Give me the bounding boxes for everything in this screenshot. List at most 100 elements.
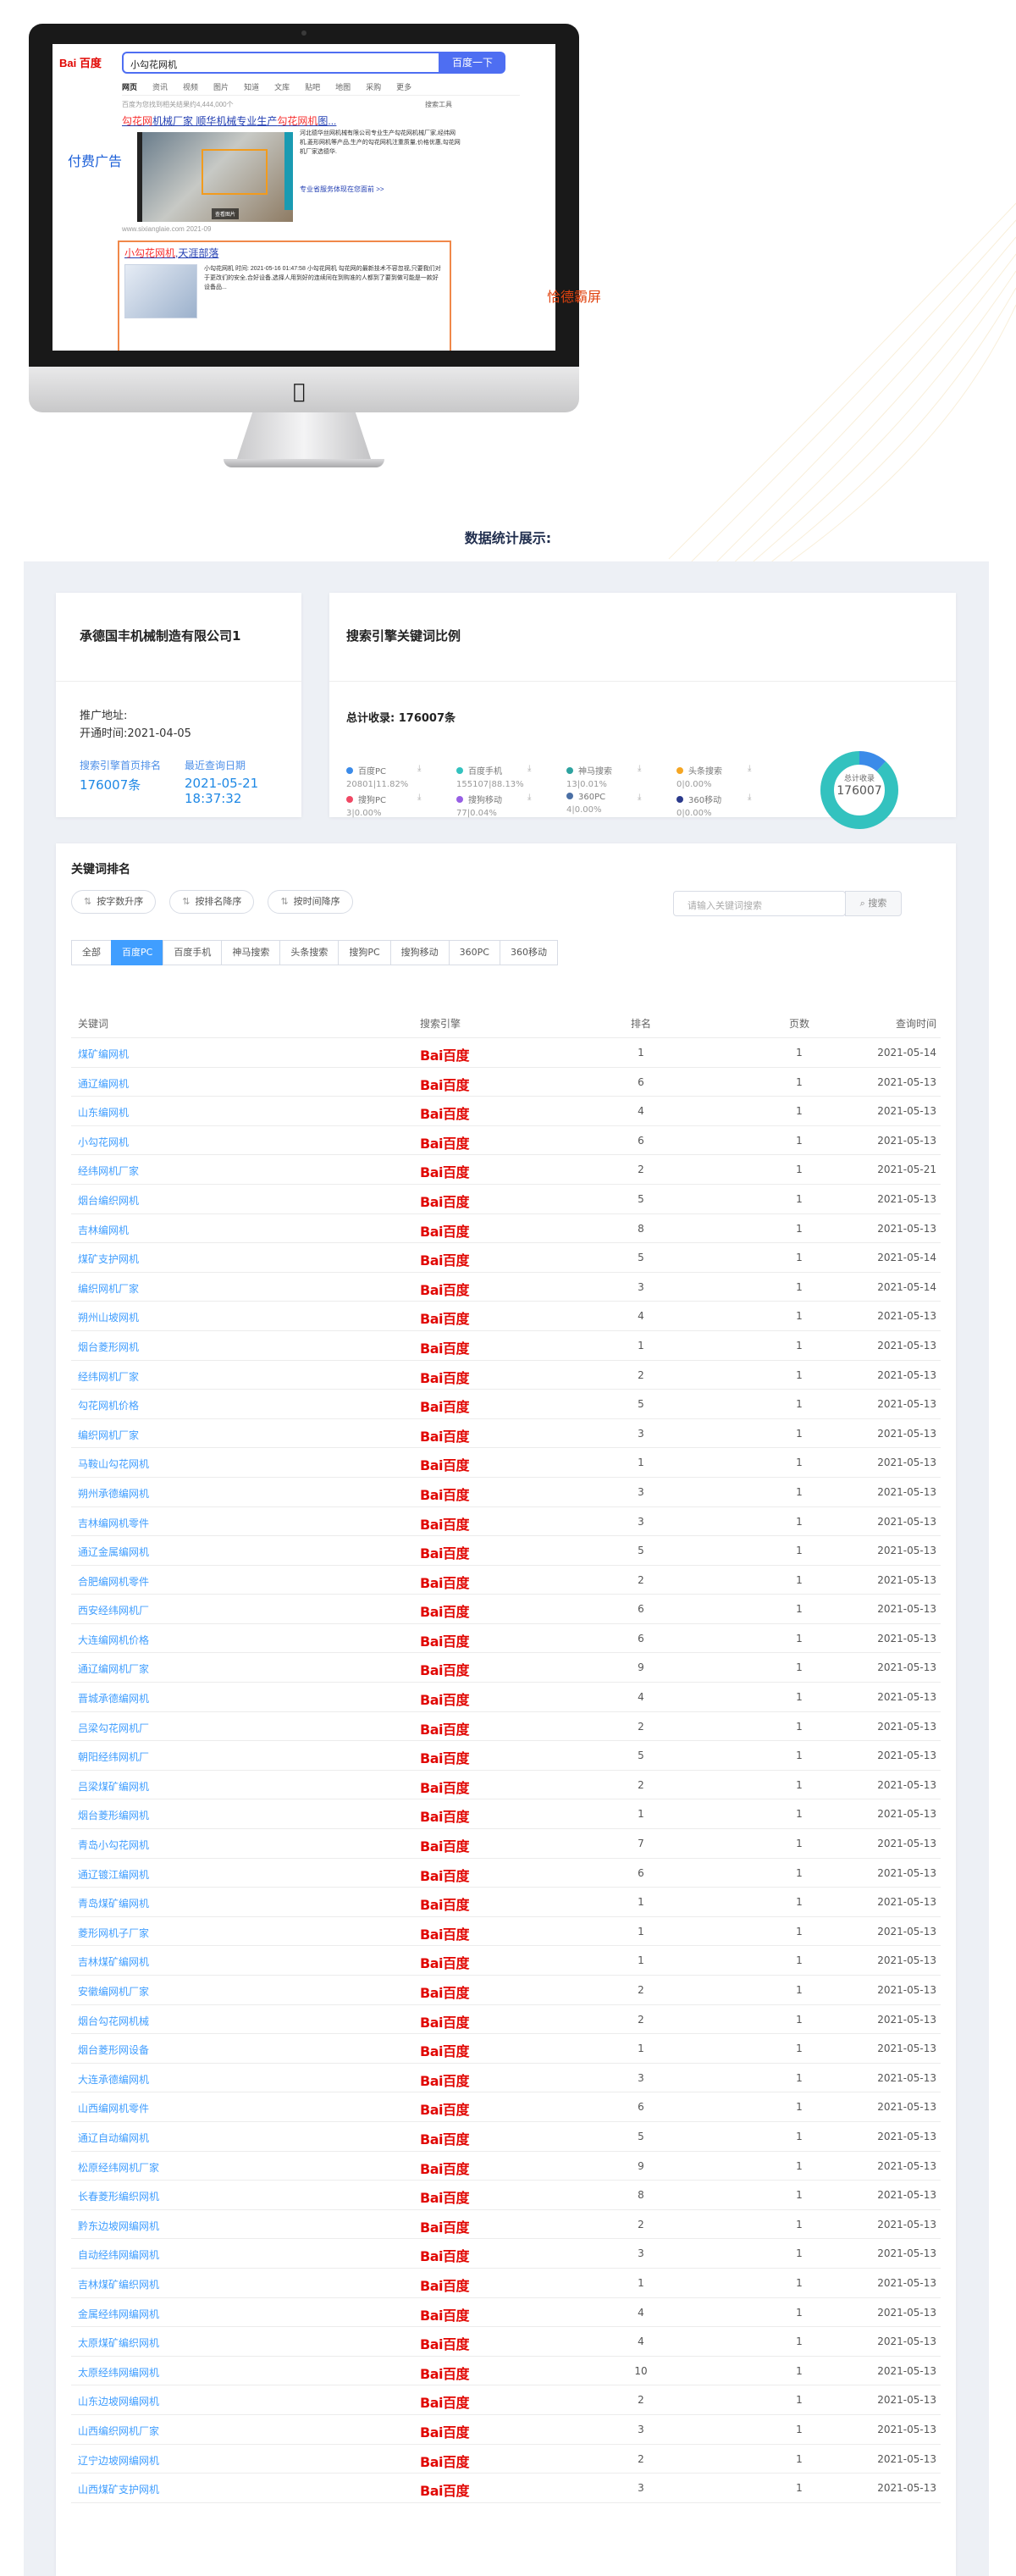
- engine-filter-tab[interactable]: 360移动: [499, 940, 558, 965]
- engine-filter-tab[interactable]: 360PC: [448, 940, 500, 965]
- sort-by-rank-button[interactable]: ⇅ 按排名降序: [169, 890, 255, 914]
- keyword-search-input[interactable]: 请输入关键词搜索: [673, 891, 846, 916]
- keyword-link[interactable]: 黔东边坡网编网机: [78, 2219, 159, 2233]
- keyword-link[interactable]: 西安经纬网机厂: [78, 1603, 149, 1617]
- keyword-link[interactable]: 山东编网机: [78, 1105, 129, 1119]
- page-value: 1: [796, 1661, 803, 1674]
- keyword-link[interactable]: 山西编网机零件: [78, 2101, 149, 2115]
- rank-value: 5: [638, 1398, 644, 1411]
- download-icon[interactable]: ⤓: [527, 793, 531, 802]
- baidu-logo-icon: Bai百度: [420, 1193, 469, 1210]
- keyword-link[interactable]: 金属经纬网编网机: [78, 2307, 159, 2321]
- keyword-link[interactable]: 小勾花网机: [78, 1135, 129, 1149]
- baidu-logo-icon: Bai百度: [420, 1369, 469, 1386]
- sort-icon: ⇅: [84, 896, 92, 907]
- keyword-link[interactable]: 通辽金属编网机: [78, 1545, 149, 1559]
- engine-filter-tab[interactable]: 搜狗PC: [338, 940, 391, 965]
- keyword-link[interactable]: 编织网机厂家: [78, 1281, 139, 1296]
- download-icon[interactable]: ⤓: [417, 793, 421, 802]
- keyword-link[interactable]: 吕梁勾花网机厂: [78, 1721, 149, 1735]
- download-icon[interactable]: ⤓: [638, 793, 641, 802]
- keyword-link[interactable]: 烟台勾花网机械: [78, 2014, 149, 2028]
- download-icon[interactable]: ⤓: [527, 764, 531, 773]
- search-tabs: 网页 资讯 视频 图片 知道 文库 贴吧 地图 采购 更多: [122, 81, 411, 92]
- keyword-link[interactable]: 青岛煤矿编网机: [78, 1896, 149, 1910]
- keyword-link[interactable]: 山西煤矿支护网机: [78, 2482, 159, 2496]
- page-value: 1: [796, 2452, 803, 2465]
- baidu-logo: Bai 百度: [59, 57, 102, 69]
- keyword-link[interactable]: 太原经纬网编网机: [78, 2365, 159, 2380]
- keyword-link[interactable]: 通辽编网机厂家: [78, 1661, 149, 1676]
- keyword-link[interactable]: 煤矿支护网机: [78, 1252, 139, 1266]
- keyword-link[interactable]: 朔州山坡网机: [78, 1310, 139, 1324]
- keyword-link[interactable]: 松原经纬网机厂家: [78, 2160, 159, 2175]
- query-date: 2021-05-13: [877, 2452, 936, 2465]
- sort-by-length-button[interactable]: ⇅ 按字数升序: [71, 890, 157, 914]
- keyword-link[interactable]: 山东边坡网编网机: [78, 2394, 159, 2408]
- page-value: 1: [796, 2364, 803, 2377]
- keyword-link[interactable]: 吉林煤矿编网机: [78, 1954, 149, 1969]
- keyword-link[interactable]: 晋城承德编网机: [78, 1691, 149, 1705]
- keyword-link[interactable]: 菱形网机子厂家: [78, 1926, 149, 1940]
- keyword-link[interactable]: 编织网机厂家: [78, 1428, 139, 1442]
- download-icon[interactable]: ⤓: [748, 764, 751, 773]
- keyword-link[interactable]: 经纬网机厂家: [78, 1369, 139, 1384]
- keyword-link[interactable]: 山西编织网机厂家: [78, 2424, 159, 2438]
- keyword-link[interactable]: 大连承德编网机: [78, 2072, 149, 2087]
- keyword-ranking-card: 关键词排名 ⇅ 按字数升序 ⇅ 按排名降序 ⇅ 按时间降序 请输入关键词搜索 ⌕ 搜索…: [56, 843, 956, 2576]
- keyword-link[interactable]: 经纬网机厂家: [78, 1164, 139, 1178]
- keyword-link[interactable]: 大连编网机价格: [78, 1633, 149, 1647]
- col-date: 查询时间: [895, 1018, 936, 1030]
- keyword-link[interactable]: 马鞍山勾花网机: [78, 1457, 149, 1471]
- brand-zone-box: 小勾花网机,天涯部落 小勾花网机 时间: 2021-05-16 01:47:58…: [118, 240, 451, 351]
- engine-filter-tab[interactable]: 头条搜索: [279, 940, 340, 965]
- download-icon[interactable]: ⤓: [748, 793, 751, 802]
- keyword-link[interactable]: 合肥编网机零件: [78, 1574, 149, 1589]
- engine-filter-tab[interactable]: 百度手机: [163, 940, 223, 965]
- keyword-search-button[interactable]: ⌕ 搜索: [845, 891, 902, 916]
- download-icon[interactable]: ⤓: [638, 764, 641, 773]
- rank-value: 2: [638, 1164, 644, 1176]
- keyword-link[interactable]: 太原煤矿编织网机: [78, 2336, 159, 2350]
- keyword-link[interactable]: 吕梁煤矿编网机: [78, 1779, 149, 1794]
- keyword-link[interactable]: 烟台菱形网机: [78, 1340, 139, 1354]
- keyword-link[interactable]: 吉林编网机零件: [78, 1516, 149, 1530]
- keyword-link[interactable]: 勾花网机价格: [78, 1398, 139, 1412]
- keyword-link[interactable]: 烟台菱形编网机: [78, 1808, 149, 1822]
- table-row: 自动经纬网编网机 3 1 2021-05-13 Bai百度: [71, 2239, 941, 2269]
- engine-filter-tab[interactable]: 百度PC: [111, 940, 164, 965]
- table-row: 勾花网机价格 5 1 2021-05-13 Bai百度: [71, 1390, 941, 1419]
- download-icon[interactable]: ⤓: [417, 764, 421, 773]
- keyword-link[interactable]: 通辽镀江编网机: [78, 1867, 149, 1882]
- keyword-link[interactable]: 通辽编网机: [78, 1076, 129, 1091]
- query-date: 2021-05-13: [877, 1603, 936, 1616]
- baidu-logo-icon: Bai百度: [420, 2043, 469, 2060]
- engine-filter-tab[interactable]: 全部: [71, 940, 112, 965]
- table-row: 煤矿编网机 1 1 2021-05-14 Bai百度: [71, 1038, 941, 1068]
- table-row: 通辽金属编网机 5 1 2021-05-13 Bai百度: [71, 1536, 941, 1566]
- keyword-link[interactable]: 吉林编网机: [78, 1223, 129, 1237]
- keyword-link[interactable]: 烟台菱形网设备: [78, 2043, 149, 2057]
- keyword-link[interactable]: 煤矿编网机: [78, 1047, 129, 1061]
- keyword-link[interactable]: 朝阳经纬网机厂: [78, 1750, 149, 1764]
- keyword-link[interactable]: 青岛小勾花网机: [78, 1838, 149, 1852]
- baidu-logo-icon: Bai百度: [420, 2190, 469, 2207]
- engine-filter-tab[interactable]: 神马搜索: [221, 940, 281, 965]
- keyword-link[interactable]: 自动经纬网编网机: [78, 2247, 159, 2262]
- keyword-link[interactable]: 安徽编网机厂家: [78, 1984, 149, 1998]
- keyword-link[interactable]: 烟台编织网机: [78, 1193, 139, 1208]
- keyword-link[interactable]: 朔州承德编网机: [78, 1486, 149, 1501]
- tab-tieba: 贴吧: [305, 83, 321, 91]
- table-row: 烟台编织网机 5 1 2021-05-13 Bai百度: [71, 1185, 941, 1214]
- keyword-link[interactable]: 通辽自动编网机: [78, 2131, 149, 2145]
- keyword-link[interactable]: 吉林煤矿编织网机: [78, 2277, 159, 2291]
- query-date: 2021-05-13: [877, 2364, 936, 2377]
- query-date: 2021-05-13: [877, 2043, 936, 2055]
- keyword-link[interactable]: 长春菱形编织网机: [78, 2189, 159, 2203]
- search-icon: ⌕: [859, 898, 865, 909]
- sort-by-time-button[interactable]: ⇅ 按时间降序: [268, 890, 353, 914]
- first-page-rank[interactable]: 搜索引擎首页排名 176007条: [80, 758, 161, 806]
- engine-filter-tab[interactable]: 搜狗移动: [389, 940, 450, 965]
- keyword-link[interactable]: 辽宁边坡网编网机: [78, 2453, 159, 2468]
- baidu-logo-icon: Bai百度: [420, 2453, 469, 2470]
